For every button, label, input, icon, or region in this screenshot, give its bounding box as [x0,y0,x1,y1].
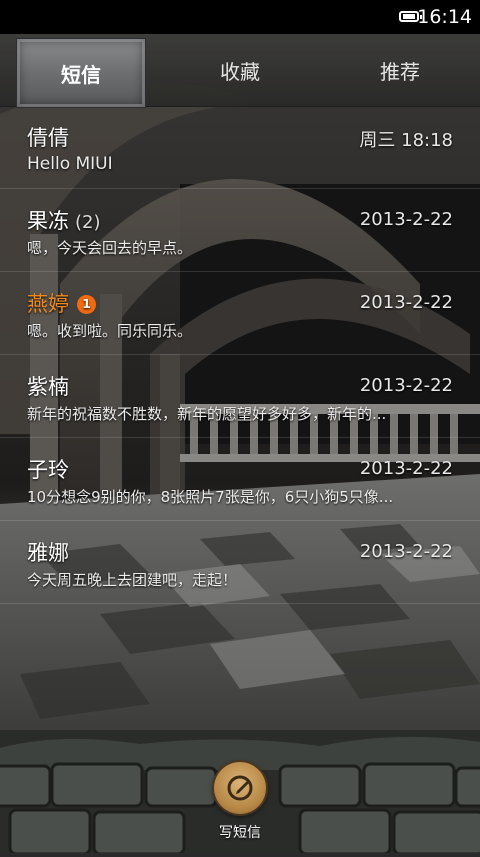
unread-badge: 1 [77,295,96,314]
status-bar: 16:14 [0,0,480,34]
conversation-row[interactable]: 倩倩 周三 18:18 Hello MIUI [0,106,480,189]
tab-favorites[interactable]: 收藏 [160,34,320,106]
message-date: 2013-2-22 [359,458,453,479]
conversation-row[interactable]: 果冻 (2) 2013-2-22 嗯，今天会回去的早点。 [0,189,480,272]
message-preview: 嗯。收到啦。同乐同乐。 [27,322,193,340]
conversation-row[interactable]: 雅娜 2013-2-22 今天周五晚上去团建吧，走起！ [0,521,480,604]
status-time: 16:14 [417,6,472,28]
message-preview: 新年的祝福数不胜数，新年的愿望好多好多，新年的... [27,405,387,423]
contact-name: 雅娜 [27,541,69,565]
tab-messages[interactable]: 短信 [16,38,146,108]
message-date: 2013-2-22 [359,541,453,562]
message-preview: Hello MIUI [27,154,113,174]
compose-icon[interactable] [214,762,266,814]
compose-button[interactable]: 写短信 [206,762,274,842]
message-date: 2013-2-22 [359,209,453,230]
battery-icon [399,11,422,22]
message-preview: 今天周五晚上去团建吧，走起！ [27,571,238,589]
conversation-row[interactable]: 子玲 2013-2-22 10分想念9别的你，8张照片7张是你，6只小狗5只像.… [0,438,480,521]
contact-name: 紫楠 [27,375,69,399]
conversation-row[interactable]: 燕婷 1 2013-2-22 嗯。收到啦。同乐同乐。 [0,272,480,355]
contact-name: 倩倩 [27,126,69,150]
tab-recommended[interactable]: 推荐 [320,34,480,106]
message-count: (2) [75,212,101,233]
message-date: 2013-2-22 [359,375,453,396]
message-date: 2013-2-22 [359,292,453,313]
conversation-row[interactable]: 紫楠 2013-2-22 新年的祝福数不胜数，新年的愿望好多好多，新年的... [0,355,480,438]
contact-name: 燕婷 1 [27,288,96,318]
message-preview: 10分想念9别的你，8张照片7张是你，6只小狗5只像... [27,488,394,506]
contact-name: 果冻 (2) [27,209,101,233]
contact-name: 子玲 [27,458,69,482]
compose-label: 写短信 [219,825,261,841]
tab-bar: 短信 收藏 推荐 [0,34,480,108]
conversation-list: 倩倩 周三 18:18 Hello MIUI 果冻 (2) 2013-2-22 嗯… [0,106,480,604]
message-preview: 嗯，今天会回去的早点。 [27,239,193,257]
message-date: 周三 18:18 [359,130,453,151]
